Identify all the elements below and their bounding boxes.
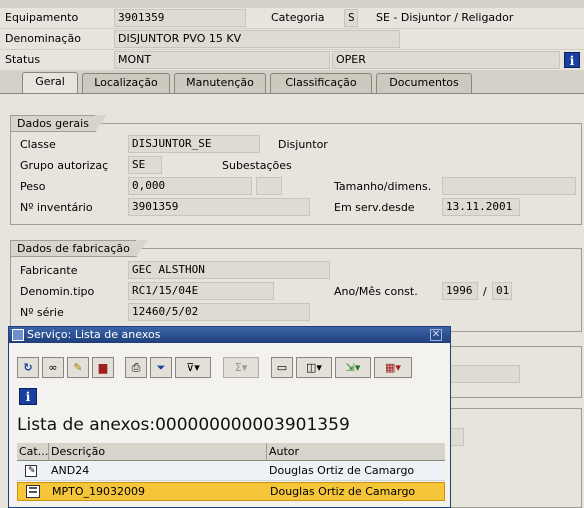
serie-field[interactable]: 12460/5/02 bbox=[128, 303, 310, 321]
sort-icon: ⏷ bbox=[156, 361, 166, 374]
status-field-2[interactable]: OPER bbox=[332, 51, 560, 69]
pencil-icon: ✎ bbox=[73, 361, 83, 374]
denominacao-label: Denominação bbox=[5, 32, 81, 45]
equipamento-label: Equipamento bbox=[5, 11, 79, 24]
view-button[interactable]: ◫▾ bbox=[296, 357, 332, 378]
dialog-heading: Lista de anexos:000000000003901359 bbox=[17, 415, 350, 435]
dialog-info-icon[interactable]: i bbox=[19, 388, 37, 405]
equipamento-field[interactable]: 3901359 bbox=[114, 9, 246, 27]
inventario-label: Nº inventário bbox=[20, 201, 93, 214]
peso-field[interactable]: 0,000 bbox=[128, 177, 252, 195]
tamanho-label: Tamanho/dimens. bbox=[334, 180, 432, 193]
tab-geral[interactable]: Geral bbox=[22, 72, 78, 93]
glasses-icon: ∞ bbox=[48, 361, 58, 374]
layout-grid-icon: ▦▾ bbox=[385, 361, 401, 374]
row-autor: Douglas Ortiz de Camargo bbox=[269, 464, 415, 477]
grupo-field[interactable]: SE bbox=[128, 156, 162, 174]
categoria-description: SE - Disjuntor / Religador bbox=[376, 11, 514, 24]
anomes-label: Ano/Mês const. bbox=[334, 285, 418, 298]
column-header-cat[interactable]: Cat... bbox=[17, 443, 49, 461]
sum-button[interactable]: Σ▾ bbox=[223, 357, 259, 378]
grupo-description: Subestações bbox=[222, 159, 292, 172]
tamanho-field[interactable] bbox=[442, 177, 576, 195]
dialog-title-bar[interactable]: Serviço: Lista de anexos ✕ bbox=[9, 327, 450, 343]
tab-documentos[interactable]: Documentos bbox=[376, 73, 472, 93]
peso-unit-field[interactable] bbox=[256, 177, 282, 195]
table-row-selected[interactable]: MPTO_19032009 Douglas Ortiz de Camargo bbox=[17, 482, 445, 501]
emserv-label: Em serv.desde bbox=[334, 201, 415, 214]
edit-button[interactable]: ✎ bbox=[67, 357, 89, 378]
ano-field[interactable]: 1996 bbox=[442, 282, 478, 300]
refresh-icon: ↻ bbox=[23, 361, 33, 374]
serie-label: Nº série bbox=[20, 306, 64, 319]
layout-button[interactable]: ▦▾ bbox=[374, 357, 412, 378]
row-autor: Douglas Ortiz de Camargo bbox=[270, 485, 416, 498]
denomin-field[interactable]: RC1/15/04E bbox=[128, 282, 274, 300]
grupo-label: Grupo autorizaç bbox=[20, 159, 109, 172]
tab-classificacao[interactable]: Classificação bbox=[270, 73, 372, 93]
hidden-field-1[interactable] bbox=[442, 365, 520, 383]
printer-icon: ⎙ bbox=[131, 361, 141, 374]
fabricante-label: Fabricante bbox=[20, 264, 78, 277]
dialog-title: Serviço: Lista de anexos bbox=[27, 328, 161, 341]
glasses-button[interactable]: ∞ bbox=[42, 357, 64, 378]
sort-button[interactable]: ⏷ bbox=[150, 357, 172, 378]
document-icon bbox=[26, 485, 40, 498]
group-title-dados-fabricacao: Dados de fabricação bbox=[10, 240, 148, 257]
inventario-field[interactable]: 3901359 bbox=[128, 198, 310, 216]
export-icon: ⇲▾ bbox=[345, 361, 361, 374]
document-button[interactable]: ▭ bbox=[271, 357, 293, 378]
column-header-autor[interactable]: Autor bbox=[267, 443, 445, 461]
categoria-label: Categoria bbox=[271, 11, 325, 24]
trash-icon: ▆ bbox=[98, 361, 108, 374]
table-row[interactable]: ✎ AND24 Douglas Ortiz de Camargo bbox=[17, 462, 445, 481]
mes-field[interactable]: 01 bbox=[492, 282, 512, 300]
classe-label: Classe bbox=[20, 138, 56, 151]
filter-button[interactable]: ⊽▾ bbox=[175, 357, 211, 378]
emserv-field[interactable]: 13.11.2001 bbox=[442, 198, 520, 216]
denomin-label: Denomin.tipo bbox=[20, 285, 95, 298]
status-label: Status bbox=[5, 53, 41, 66]
close-icon[interactable]: ✕ bbox=[430, 329, 442, 341]
categoria-field[interactable]: S bbox=[344, 9, 358, 27]
ano-mes-separator: / bbox=[483, 285, 487, 298]
status-field[interactable]: MONT bbox=[114, 51, 330, 69]
filter-icon: ⊽▾ bbox=[186, 361, 200, 374]
refresh-button[interactable]: ↻ bbox=[17, 357, 39, 378]
classe-description: Disjuntor bbox=[278, 138, 328, 151]
classe-field[interactable]: DISJUNTOR_SE bbox=[128, 135, 260, 153]
denominacao-field[interactable]: DISJUNTOR PVO 15 KV bbox=[114, 30, 400, 48]
info-icon[interactable]: i bbox=[564, 52, 580, 68]
dialog-window-icon bbox=[12, 329, 24, 341]
peso-label: Peso bbox=[20, 180, 46, 193]
export-button[interactable]: ⇲▾ bbox=[335, 357, 371, 378]
tab-manutencao[interactable]: Manutenção bbox=[174, 73, 266, 93]
sum-icon: Σ▾ bbox=[234, 361, 248, 374]
column-header-descricao[interactable]: Descrição bbox=[49, 443, 267, 461]
row-descricao: MPTO_19032009 bbox=[52, 485, 145, 498]
print-button[interactable]: ⎙ bbox=[125, 357, 147, 378]
fabricante-field[interactable]: GEC ALSTHON bbox=[128, 261, 330, 279]
attachments-dialog: Serviço: Lista de anexos ✕ ↻ ∞ ✎ ▆ ⎙ ⏷ ⊽… bbox=[8, 326, 451, 508]
group-title-dados-gerais: Dados gerais bbox=[10, 115, 107, 132]
tab-localizacao[interactable]: Localização bbox=[82, 73, 170, 93]
row-descricao: AND24 bbox=[51, 464, 90, 477]
view-icon: ◫▾ bbox=[306, 361, 322, 374]
note-icon: ✎ bbox=[25, 465, 37, 477]
page-icon: ▭ bbox=[276, 361, 288, 374]
delete-button[interactable]: ▆ bbox=[92, 357, 114, 378]
